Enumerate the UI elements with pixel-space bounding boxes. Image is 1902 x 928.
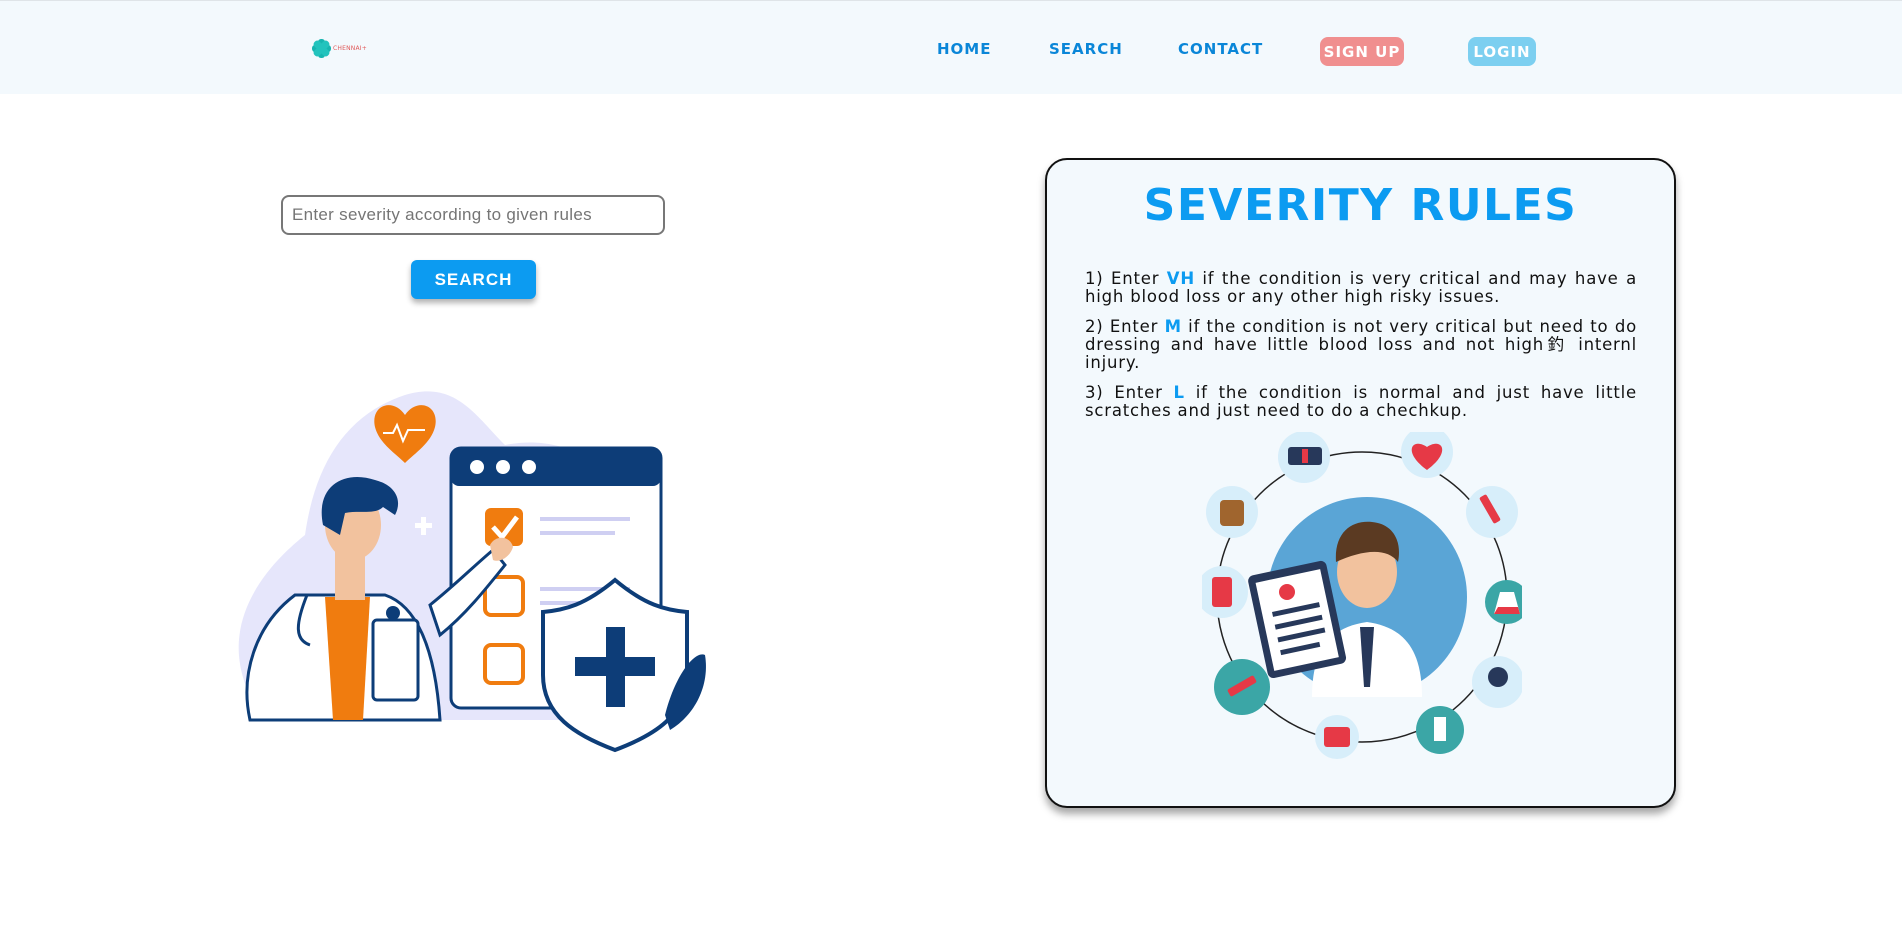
rules-title: SEVERITY RULES (1143, 180, 1578, 231)
nav-links: HOME SEARCH CONTACT SIGN UP LOGIN (0, 37, 1902, 67)
login-button[interactable]: LOGIN (1468, 37, 1536, 66)
navbar: CHENNAI+ HOME SEARCH CONTACT SIGN UP LOG… (0, 0, 1902, 94)
nav-contact-link[interactable]: CONTACT (1178, 40, 1263, 58)
severity-code: M (1164, 317, 1182, 336)
doctor-checklist-illustration (238, 391, 706, 753)
severity-rules-card: SEVERITY RULES 1) Enter VH if the condit… (1045, 158, 1676, 808)
sign-up-button[interactable]: SIGN UP (1320, 37, 1404, 66)
severity-code: VH (1166, 269, 1195, 288)
rule-item: 2) Enter M if the condition is not very … (1085, 317, 1637, 372)
rules-list: 1) Enter VH if the condition is very cri… (1085, 270, 1637, 432)
search-button[interactable]: SEARCH (411, 260, 536, 299)
rule-item: 1) Enter VH if the condition is very cri… (1085, 269, 1637, 306)
doctor-medical-icons-illustration (1202, 432, 1522, 759)
severity-code: L (1173, 383, 1185, 402)
nav-search-link[interactable]: SEARCH (1049, 40, 1123, 58)
rule-item: 3) Enter L if the condition is normal an… (1085, 383, 1637, 420)
severity-search-input[interactable] (281, 195, 665, 235)
nav-home-link[interactable]: HOME (937, 40, 991, 58)
